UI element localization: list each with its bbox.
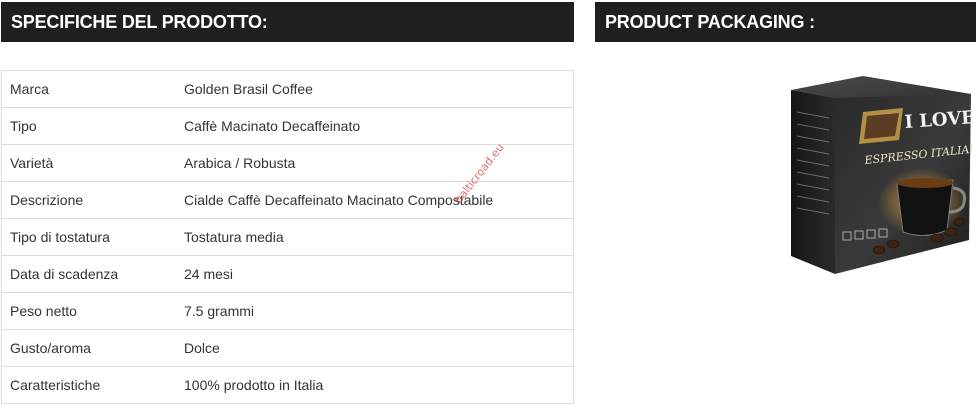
spec-value: Cialde Caffè Decaffeinato Macinato Compo…	[184, 181, 574, 219]
spec-value: Tostatura media	[184, 218, 574, 256]
table-row: Peso netto 7.5 grammi	[1, 292, 574, 330]
packaging-header: PRODUCT PACKAGING :	[595, 2, 976, 42]
spec-label: Tipo di tostatura	[1, 218, 184, 256]
table-row: Data di scadenza 24 mesi	[1, 255, 574, 293]
table-row: Tipo di tostatura Tostatura media	[1, 218, 574, 256]
spec-label: Gusto/aroma	[1, 329, 184, 367]
spec-label: Caratteristiche	[1, 366, 184, 404]
spec-label: Peso netto	[1, 292, 184, 330]
packaging-title: PRODUCT PACKAGING :	[605, 12, 815, 32]
spec-value: 7.5 grammi	[184, 292, 574, 330]
specs-table: Marca Golden Brasil Coffee Tipo Caffè Ma…	[1, 70, 574, 404]
spec-value: Arabica / Robusta	[184, 144, 574, 182]
table-row: Caratteristiche 100% prodotto in Italia	[1, 366, 574, 404]
spec-value: Caffè Macinato Decaffeinato	[184, 107, 574, 145]
table-row: Gusto/aroma Dolce	[1, 329, 574, 367]
table-row: Tipo Caffè Macinato Decaffeinato	[1, 107, 574, 145]
table-row: Descrizione Cialde Caffè Decaffeinato Ma…	[1, 181, 574, 219]
spec-value: 100% prodotto in Italia	[184, 366, 574, 404]
spec-label: Descrizione	[1, 181, 184, 219]
specs-title: SPECIFICHE DEL PRODOTTO:	[11, 12, 268, 32]
specs-header: SPECIFICHE DEL PRODOTTO:	[1, 2, 574, 42]
product-packaging-image: I LOVE ESPRESSO ITALIANO	[787, 72, 976, 278]
spec-label: Marca	[1, 70, 184, 108]
coffee-box-icon: I LOVE ESPRESSO ITALIANO	[791, 76, 976, 274]
spec-value: Dolce	[184, 329, 574, 367]
spec-value: 24 mesi	[184, 255, 574, 293]
spec-label: Tipo	[1, 107, 184, 145]
spec-value: Golden Brasil Coffee	[184, 70, 574, 108]
table-row: Marca Golden Brasil Coffee	[1, 70, 574, 108]
spec-label: Varietà	[1, 144, 184, 182]
spec-label: Data di scadenza	[1, 255, 184, 293]
